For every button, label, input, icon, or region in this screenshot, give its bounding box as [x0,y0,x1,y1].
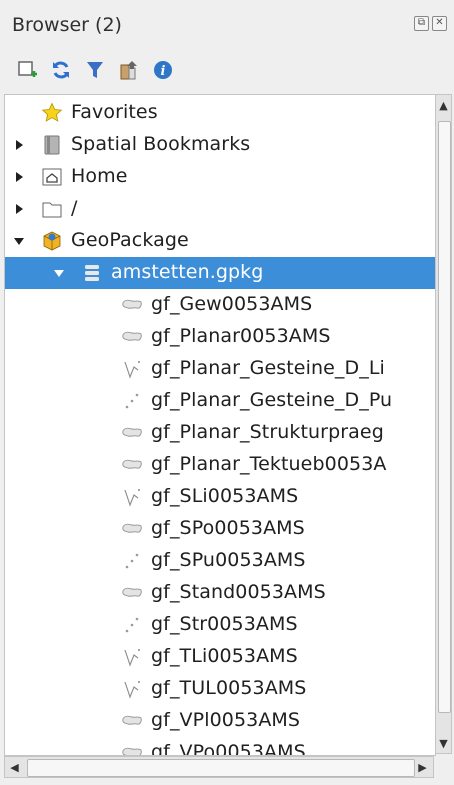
vertical-scroll-thumb[interactable] [438,121,451,713]
tree-item[interactable]: gf_SPo0053AMS [5,513,435,545]
browser-panel: Browser (2) ⧉ ✕ i Favorites Spatial Bookm… [0,0,454,785]
filter-icon[interactable] [82,57,108,83]
expand-arrow-right-icon[interactable] [13,139,25,151]
tree-item[interactable]: gf_VPo0053AMS [5,737,435,756]
tree-item-label: gf_SLi0053AMS [151,485,299,507]
tree-item[interactable]: GeoPackage [5,225,435,257]
expand-arrow-down-icon[interactable] [53,267,65,279]
refresh-icon[interactable] [48,57,74,83]
point-layer-icon [121,550,143,572]
tree-item-label: GeoPackage [71,229,189,251]
expand-arrow-down-icon[interactable] [13,235,25,247]
scroll-left-arrow[interactable]: ◀ [7,758,22,776]
tree-item[interactable]: gf_Gew0053AMS [5,289,435,321]
tree-item-label: gf_Planar_Gesteine_D_Pu [151,389,393,411]
tree-item[interactable]: gf_Planar_Tektueb0053A [5,449,435,481]
home-folder-icon [41,166,63,188]
svg-text:i: i [161,64,166,79]
line-layer-icon [121,646,143,668]
panel-title: Browser (2) [12,14,122,36]
tree-item[interactable]: amstetten.gpkg [5,257,435,289]
vertical-scrollbar[interactable]: ▲ ▼ [435,94,452,754]
tree-item[interactable]: gf_Planar_Gesteine_D_Pu [5,385,435,417]
close-panel-icon[interactable]: ✕ [432,16,447,31]
tree-item[interactable]: gf_Planar_Gesteine_D_Li [5,353,435,385]
polygon-layer-icon [121,326,143,348]
tree-item-label: Home [71,165,128,187]
tree-item[interactable]: gf_VPl0053AMS [5,705,435,737]
folder-icon [41,198,63,220]
line-layer-icon [121,486,143,508]
point-layer-icon [121,614,143,636]
collapse-all-icon[interactable] [116,57,142,83]
polygon-layer-icon [121,422,143,444]
tree-item-label: gf_SPo0053AMS [151,517,305,539]
horizontal-scrollbar[interactable]: ◀ ▶ [4,756,434,778]
polygon-layer-icon [121,294,143,316]
tree-item[interactable]: gf_Planar0053AMS [5,321,435,353]
polygon-layer-icon [121,710,143,732]
tree-item-label: gf_Planar_Tektueb0053A [151,453,387,475]
geopackage-icon [41,230,63,252]
tree-item-label: / [71,197,78,219]
scroll-down-arrow[interactable]: ▼ [436,734,451,752]
float-panel-icon[interactable]: ⧉ [414,16,429,31]
expand-arrow-right-icon[interactable] [13,171,25,183]
tree-item[interactable]: gf_Stand0053AMS [5,577,435,609]
line-layer-icon [121,678,143,700]
tree-item[interactable]: Spatial Bookmarks [5,129,435,161]
tree-item-label: amstetten.gpkg [111,261,264,283]
tree-item-label: gf_SPu0053AMS [151,549,306,571]
tree-item-label: gf_Planar0053AMS [151,325,331,347]
tree-item-label: gf_VPl0053AMS [151,709,301,731]
polygon-layer-icon [121,742,143,755]
tree-item-label: gf_TLi0053AMS [151,645,298,667]
polygon-layer-icon [121,582,143,604]
tree-item-label: gf_Str0053AMS [151,613,298,635]
star-icon [41,102,63,124]
tree-item[interactable]: gf_TUL0053AMS [5,673,435,705]
tree-item[interactable]: gf_TLi0053AMS [5,641,435,673]
line-layer-icon [121,358,143,380]
polygon-layer-icon [121,518,143,540]
tree-item-label: gf_Gew0053AMS [151,293,313,315]
tree-item-label: Spatial Bookmarks [71,133,251,155]
tree-item-label: gf_Stand0053AMS [151,581,326,603]
tree-item[interactable]: gf_Str0053AMS [5,609,435,641]
tree-item-label: gf_Planar_Gesteine_D_Li [151,357,385,379]
tree-item-label: gf_Planar_Strukturpraeg [151,421,384,443]
tree-item[interactable]: gf_SPu0053AMS [5,545,435,577]
tree-item[interactable]: gf_Planar_Strukturpraeg [5,417,435,449]
tree-item[interactable]: Home [5,161,435,193]
tree-item-label: gf_VPo0053AMS [151,741,306,756]
properties-info-icon[interactable]: i [150,57,176,83]
tree-item[interactable]: gf_SLi0053AMS [5,481,435,513]
polygon-layer-icon [121,454,143,476]
add-selected-layers-icon[interactable] [14,57,40,83]
tree-item[interactable]: / [5,193,435,225]
browser-tree: Favorites Spatial Bookmarks Home / GeoPackag… [4,94,436,756]
bookmarks-icon [41,134,63,156]
horizontal-scroll-thumb[interactable] [27,759,415,777]
tree-item-label: gf_TUL0053AMS [151,677,307,699]
panel-title-bar: Browser (2) ⧉ ✕ [0,0,454,44]
tree-item-label: Favorites [71,101,158,123]
scroll-up-arrow[interactable]: ▲ [436,96,451,114]
scroll-right-arrow[interactable]: ▶ [415,758,430,776]
database-icon [81,262,103,284]
tree-item[interactable]: Favorites [5,97,435,129]
browser-toolbar: i [14,54,176,86]
point-layer-icon [121,390,143,412]
expand-arrow-right-icon[interactable] [13,203,25,215]
